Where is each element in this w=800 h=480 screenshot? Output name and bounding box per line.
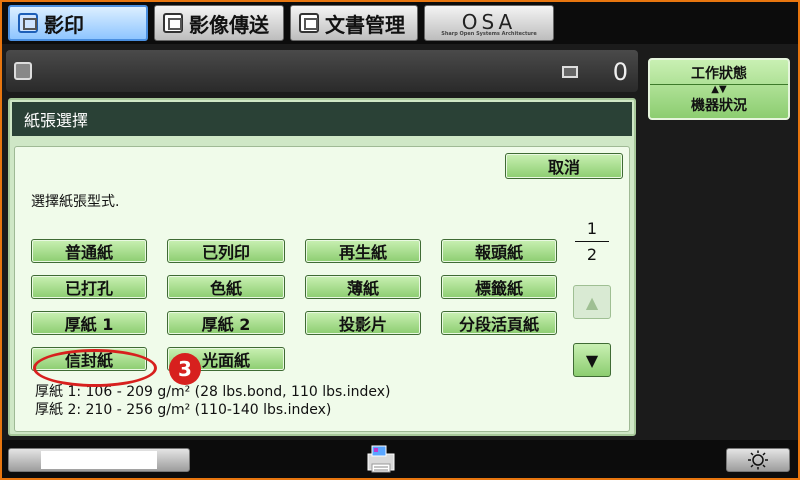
printer-icon[interactable] (362, 442, 400, 476)
paper-preprinted-button[interactable]: 已列印 (167, 239, 285, 263)
brightness-button[interactable] (726, 448, 790, 472)
osa-logo-tagline: Sharp Open Systems Architecture (441, 30, 537, 37)
job-status-label: 工作狀態 (650, 63, 788, 85)
scroll-down-button[interactable]: ▼ (573, 343, 611, 377)
paper-transparency-button[interactable]: 投影片 (305, 311, 421, 335)
paper-plain-button[interactable]: 普通紙 (31, 239, 147, 263)
tab-osa[interactable]: OSA Sharp Open Systems Architecture (424, 5, 554, 41)
instruction-text: 選擇紙張型式. (31, 194, 120, 210)
highlight-ring (33, 349, 157, 387)
machine-status-label: 機器狀況 (691, 98, 747, 114)
copy-count: 0 (612, 58, 628, 86)
tab-document-filing-label: 文書管理 (325, 12, 405, 37)
page-current: 1 (586, 219, 598, 238)
paper-labels-button[interactable]: 標籤紙 (441, 275, 557, 299)
scroll-up-button[interactable]: ▲ (573, 285, 611, 319)
paper-heavy-1-button[interactable]: 厚紙 1 (31, 311, 147, 335)
bottom-bar (2, 440, 798, 478)
paper-type-area: 取消 選擇紙張型式. 普通紙 已列印 再生紙 報頭紙 已打孔 色紙 薄紙 標籤紙… (14, 146, 630, 432)
document-filing-icon (299, 13, 319, 33)
mode-tab-bar: 影印 影像傳送 文書管理 OSA Sharp Open Systems Arch… (2, 2, 798, 44)
tab-copy-label: 影印 (44, 12, 84, 37)
toggle-updown-icon: ▲▼ (711, 84, 727, 95)
bottom-left-button[interactable] (8, 448, 190, 472)
device-frame: 影印 影像傳送 文書管理 OSA Sharp Open Systems Arch… (2, 2, 798, 478)
cancel-button[interactable]: 取消 (505, 153, 623, 179)
step-number-badge: 3 (169, 353, 201, 385)
paper-thin-button[interactable]: 薄紙 (305, 275, 421, 299)
paper-heavy-2-button[interactable]: 厚紙 2 (167, 311, 285, 335)
arrow-down-icon: ▼ (585, 350, 599, 370)
page-indicator: 1 2 (575, 219, 609, 264)
tab-image-send-label: 影像傳送 (189, 12, 269, 37)
copy-mode-icon (18, 13, 38, 33)
paper-letterhead-button[interactable]: 報頭紙 (441, 239, 557, 263)
tab-copy[interactable]: 影印 (8, 5, 148, 41)
bottom-left-field (41, 451, 157, 469)
tab-image-send[interactable]: 影像傳送 (154, 5, 284, 41)
status-row: 0 (6, 50, 638, 92)
paper-select-panel: 紙張選擇 取消 選擇紙張型式. 普通紙 已列印 再生紙 報頭紙 已打孔 色紙 薄… (8, 98, 636, 436)
page-total: 2 (586, 245, 598, 264)
paper-prepunched-button[interactable]: 已打孔 (31, 275, 147, 299)
heavy-2-weight-note: 厚紙 2: 210 - 256 g/m² (110-140 lbs.index) (35, 402, 332, 418)
arrow-up-icon: ▲ (585, 292, 599, 312)
copy-status-icon (14, 62, 32, 80)
image-send-icon (163, 13, 183, 33)
page-divider (575, 241, 609, 242)
copy-counter-icon (562, 66, 578, 78)
paper-recycled-button[interactable]: 再生紙 (305, 239, 421, 263)
osa-logo: OSA Sharp Open Systems Architecture (433, 10, 553, 37)
panel-title: 紙張選擇 (12, 102, 632, 136)
paper-color-button[interactable]: 色紙 (167, 275, 285, 299)
tab-document-filing[interactable]: 文書管理 (290, 5, 418, 41)
job-status-button[interactable]: 工作狀態 ▲▼ 機器狀況 (648, 58, 790, 120)
paper-tab-button[interactable]: 分段活頁紙 (441, 311, 557, 335)
brightness-sun-icon (748, 450, 768, 470)
